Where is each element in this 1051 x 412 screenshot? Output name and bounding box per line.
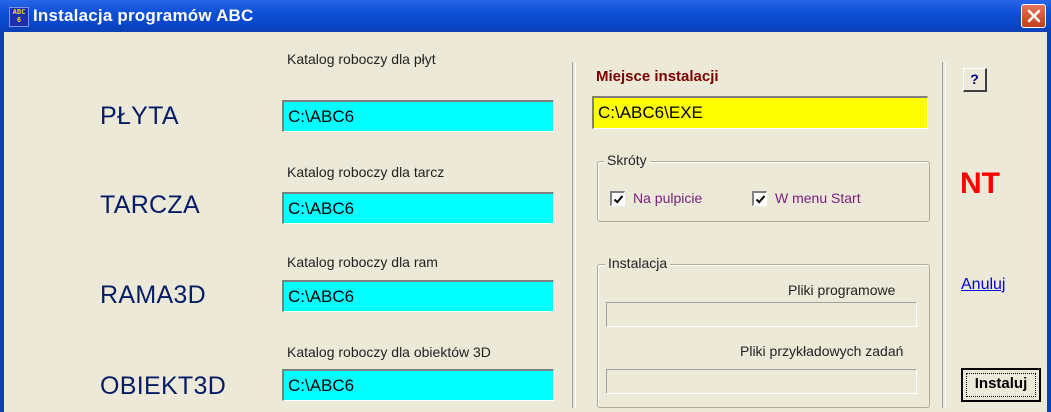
workdir-input-tarcza[interactable]: C:\ABC6 bbox=[282, 192, 554, 224]
window-frame-right bbox=[1047, 32, 1051, 412]
close-x-icon bbox=[1027, 9, 1041, 23]
desktop-shortcut-checkbox[interactable] bbox=[610, 191, 625, 206]
program-files-label: Pliki programowe bbox=[788, 282, 896, 298]
nt-badge: NT bbox=[960, 167, 1000, 200]
column-separator-left bbox=[572, 62, 576, 408]
start-menu-shortcut-checkbox[interactable] bbox=[752, 191, 767, 206]
product-label-plyta: PŁYTA bbox=[100, 102, 179, 130]
example-files-label: Pliki przykładowych zadań bbox=[740, 343, 904, 359]
workdir-caption-obiekt3d: Katalog roboczy dla obiektów 3D bbox=[287, 344, 491, 360]
installation-group-title: Instalacja bbox=[605, 255, 671, 271]
column-separator-right bbox=[942, 62, 946, 408]
checkmark-icon bbox=[755, 195, 766, 204]
product-label-rama3d: RAMA3D bbox=[100, 281, 206, 309]
desktop-shortcut-label[interactable]: Na pulpicie bbox=[633, 190, 702, 206]
app-abc-icon: ABC 6 bbox=[9, 7, 29, 27]
product-label-obiekt3d: OBIEKT3D bbox=[100, 372, 227, 400]
install-location-heading: Miejsce instalacji bbox=[596, 68, 719, 85]
close-button[interactable] bbox=[1021, 4, 1046, 28]
workdir-input-rama3d[interactable]: C:\ABC6 bbox=[282, 280, 554, 312]
help-button[interactable]: ? bbox=[963, 68, 987, 92]
workdir-input-obiekt3d[interactable]: C:\ABC6 bbox=[282, 369, 554, 401]
window-frame-left bbox=[0, 32, 4, 412]
checkmark-icon bbox=[613, 195, 624, 204]
installer-window: ABC 6 Instalacja programów ABC PŁYTA Kata… bbox=[0, 0, 1051, 412]
workdir-input-plyta[interactable]: C:\ABC6 bbox=[282, 100, 554, 132]
example-files-progress-bar bbox=[606, 369, 917, 394]
install-button[interactable]: Instaluj bbox=[961, 368, 1041, 402]
program-files-progress-bar bbox=[606, 302, 917, 327]
window-title: Instalacja programów ABC bbox=[33, 6, 254, 25]
cancel-link[interactable]: Anuluj bbox=[961, 276, 1005, 294]
workdir-caption-plyta: Katalog roboczy dla płyt bbox=[287, 51, 436, 67]
shortcuts-group-title: Skróty bbox=[604, 152, 650, 168]
product-label-tarcza: TARCZA bbox=[100, 191, 200, 219]
title-bar[interactable]: ABC 6 Instalacja programów ABC bbox=[0, 0, 1051, 32]
workdir-caption-tarcza: Katalog roboczy dla tarcz bbox=[287, 164, 445, 180]
install-location-input[interactable]: C:\ABC6\EXE bbox=[592, 96, 928, 129]
start-menu-shortcut-label[interactable]: W menu Start bbox=[775, 190, 861, 206]
workdir-caption-rama3d: Katalog roboczy dla ram bbox=[287, 254, 438, 270]
